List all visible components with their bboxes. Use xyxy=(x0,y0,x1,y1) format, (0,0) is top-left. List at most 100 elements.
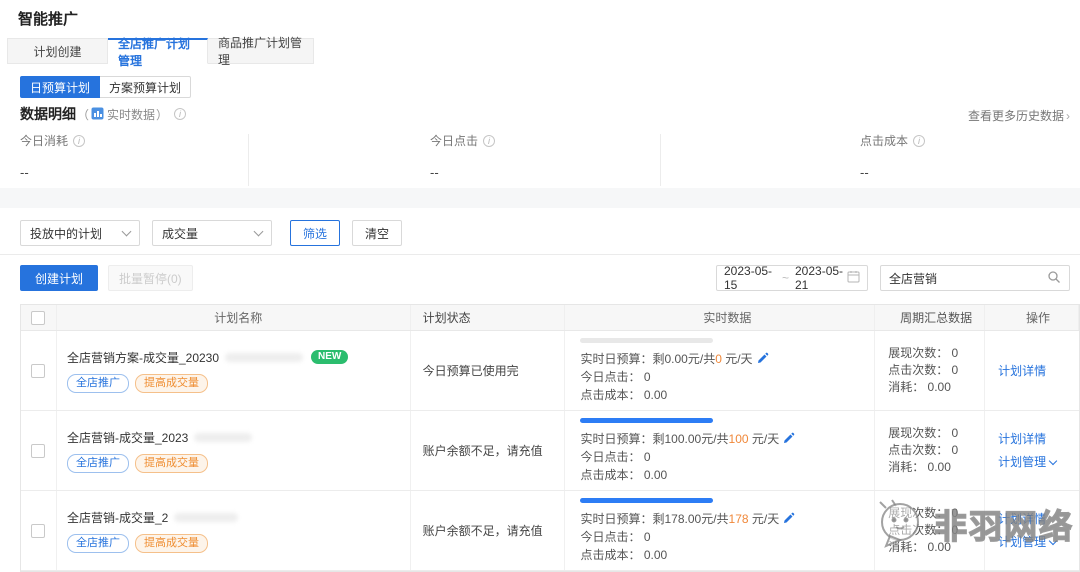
chevron-down-icon xyxy=(122,227,132,237)
stat-today-clicks: 今日点击 i -- xyxy=(430,132,495,180)
plan-status: 账户余额不足，请充值 xyxy=(411,411,566,490)
budget-suffix: 元/天 xyxy=(749,512,780,526)
info-icon[interactable]: i xyxy=(483,135,495,147)
click-cost-value: 0.00 xyxy=(644,548,667,562)
plan-search-input[interactable] xyxy=(889,271,1047,285)
impressions-line: 展现次数： 0 xyxy=(888,345,984,362)
calendar-icon xyxy=(847,270,860,286)
table-row: 全店营销-成交量_2023 全店推广 提高成交量 账户余额不足，请充值 实时日预… xyxy=(21,411,1079,491)
select-all-checkbox[interactable] xyxy=(31,311,45,325)
today-click-label: 今日点击： xyxy=(580,450,640,464)
budget-progress-bar xyxy=(580,498,713,503)
plan-name[interactable]: 全店营销方案-成交量_20230 xyxy=(67,349,219,366)
budget-label: 实时日预算： xyxy=(580,432,652,446)
plan-manage-link[interactable]: 计划管理 xyxy=(998,532,1079,552)
click-cost-label: 点击成本： xyxy=(580,468,640,482)
today-click-line: 今日点击： 0 xyxy=(580,368,874,386)
budget-progress-bar xyxy=(580,338,713,343)
plan-manage-link[interactable]: 计划管理 xyxy=(998,452,1079,472)
today-click-line: 今日点击： 0 xyxy=(580,448,874,466)
impressions-value: 0 xyxy=(952,346,959,360)
impressions-label: 展现次数： xyxy=(888,506,948,520)
click-cost-line: 点击成本： 0.00 xyxy=(580,546,874,564)
click-cost-value: 0.00 xyxy=(644,388,667,402)
plan-manage-label: 计划管理 xyxy=(998,452,1046,472)
page-title: 智能推广 xyxy=(18,8,78,29)
plan-status-select[interactable]: 投放中的计划 xyxy=(20,220,140,246)
tab-product-plan-management[interactable]: 商品推广计划管理 xyxy=(208,38,314,64)
tag-goal: 提高成交量 xyxy=(135,534,208,553)
stat-divider xyxy=(660,134,661,186)
paren-open: （ xyxy=(77,106,89,123)
spend-line: 消耗： 0.00 xyxy=(888,459,984,476)
budget-label: 实时日预算： xyxy=(580,512,652,526)
view-more-history-link[interactable]: 查看更多历史数据› xyxy=(968,107,1070,124)
stat-value: -- xyxy=(20,165,85,180)
date-range-picker[interactable]: 2023-05-15 ~ 2023-05-21 xyxy=(716,265,868,291)
clear-button[interactable]: 清空 xyxy=(352,220,402,246)
realtime-budget-line: 实时日预算：剩100.00元/共100 元/天 xyxy=(580,430,874,448)
stat-click-cost: 点击成本 i -- xyxy=(860,132,925,180)
table-row: 全店营销方案-成交量_20230 NEW 全店推广 提高成交量 今日预算已使用完… xyxy=(21,331,1079,411)
search-icon[interactable] xyxy=(1047,270,1061,287)
click-cost-line: 点击成本： 0.00 xyxy=(580,386,874,404)
today-click-value: 0 xyxy=(644,530,651,544)
realtime-data-label: 实时数据 xyxy=(107,106,155,123)
budget-label: 实时日预算： xyxy=(580,352,652,366)
budget-suffix: 元/天 xyxy=(749,432,780,446)
plan-detail-link[interactable]: 计划详情 xyxy=(998,361,1079,381)
impressions-value: 0 xyxy=(952,506,959,520)
plan-detail-label: 计划详情 xyxy=(998,361,1046,381)
impressions-label: 展现次数： xyxy=(888,426,948,440)
tab-storewide-plan-management[interactable]: 全店推广计划管理 xyxy=(108,38,208,64)
create-plan-button[interactable]: 创建计划 xyxy=(20,265,98,291)
spend-line: 消耗： 0.00 xyxy=(888,379,984,396)
history-link-label: 查看更多历史数据 xyxy=(968,109,1064,123)
plan-name[interactable]: 全店营销-成交量_2023 xyxy=(67,429,188,446)
row-checkbox[interactable] xyxy=(31,444,45,458)
spend-label: 消耗： xyxy=(888,540,924,554)
stat-value: -- xyxy=(430,165,495,180)
budget-progress-bar xyxy=(580,418,713,423)
daily-budget-toggle[interactable]: 日预算计划 xyxy=(20,76,100,98)
info-icon[interactable]: i xyxy=(174,108,186,120)
col-header-ops: 操作 xyxy=(985,305,1079,330)
stat-label: 点击成本 xyxy=(860,132,908,149)
stat-value: -- xyxy=(860,165,925,180)
action-bar: 创建计划 批量暂停(0) 2023-05-15 ~ 2023-05-21 xyxy=(0,265,1080,293)
row-checkbox[interactable] xyxy=(31,364,45,378)
stat-label: 今日点击 xyxy=(430,132,478,149)
edit-pencil-icon[interactable] xyxy=(783,431,795,449)
stat-divider xyxy=(248,134,249,186)
row-checkbox[interactable] xyxy=(31,524,45,538)
budget-suffix: 元/天 xyxy=(722,352,753,366)
edit-pencil-icon[interactable] xyxy=(783,511,795,529)
edit-pencil-icon[interactable] xyxy=(757,351,769,369)
info-icon[interactable]: i xyxy=(73,135,85,147)
paren-close: ） xyxy=(156,106,168,123)
redacted-text xyxy=(194,433,252,442)
scheme-budget-toggle[interactable]: 方案预算计划 xyxy=(100,76,191,98)
click-cost-line: 点击成本： 0.00 xyxy=(580,466,874,484)
clicks-value: 0 xyxy=(952,443,959,457)
plan-status: 账户余额不足，请充值 xyxy=(411,491,566,570)
col-header-realtime: 实时数据 xyxy=(565,305,875,330)
plan-name[interactable]: 全店营销-成交量_2 xyxy=(67,509,168,526)
budget-type-toggle: 日预算计划 方案预算计划 xyxy=(20,76,191,98)
click-cost-label: 点击成本： xyxy=(580,388,640,402)
metric-select[interactable]: 成交量 xyxy=(152,220,272,246)
plan-detail-link[interactable]: 计划详情 xyxy=(998,429,1079,449)
plan-manage-label: 计划管理 xyxy=(998,532,1046,552)
click-cost-label: 点击成本： xyxy=(580,548,640,562)
filter-button[interactable]: 筛选 xyxy=(290,220,340,246)
batch-pause-button[interactable]: 批量暂停(0) xyxy=(108,265,193,291)
redacted-text xyxy=(174,513,238,522)
info-icon[interactable]: i xyxy=(913,135,925,147)
col-header-name: 计划名称 xyxy=(57,305,411,330)
plan-detail-link[interactable]: 计划详情 xyxy=(998,509,1079,529)
date-start: 2023-05-15 xyxy=(724,264,776,292)
tab-plan-create[interactable]: 计划创建 xyxy=(7,38,108,64)
stat-label: 今日消耗 xyxy=(20,132,68,149)
spend-label: 消耗： xyxy=(888,380,924,394)
section-divider xyxy=(0,188,1080,208)
